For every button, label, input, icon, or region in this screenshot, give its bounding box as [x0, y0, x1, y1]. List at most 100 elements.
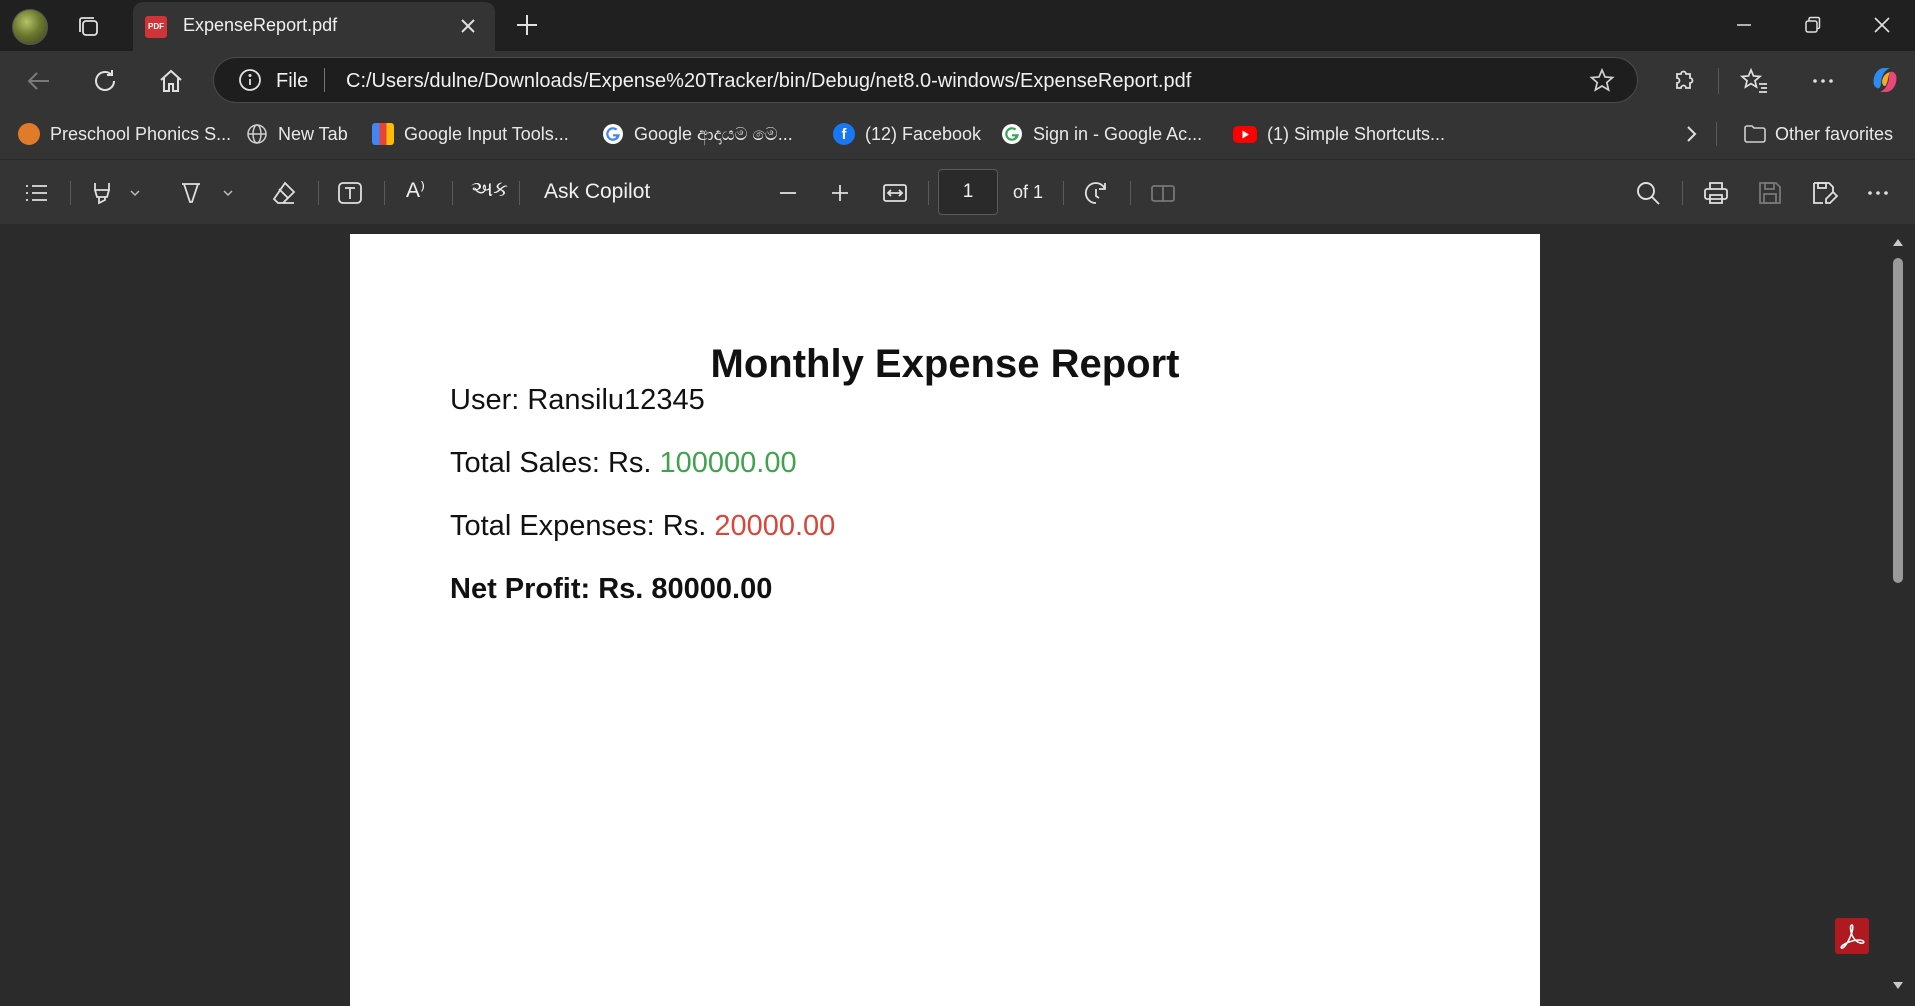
minimize-icon[interactable] — [1729, 10, 1759, 40]
search-icon[interactable] — [1634, 179, 1662, 207]
profile-avatar[interactable] — [12, 9, 48, 45]
total-sales-line: Total Sales: Rs. 100000.00 — [450, 447, 797, 480]
total-expenses-line: Total Expenses: Rs. 20000.00 — [450, 510, 835, 543]
highlight-icon[interactable] — [88, 179, 116, 207]
favorite-label: Google ආදායම මෙ... — [634, 123, 793, 144]
table-of-contents-icon[interactable] — [22, 179, 50, 207]
url-text[interactable]: C:/Users/dulne/Downloads/Expense%20Track… — [346, 70, 1191, 93]
zoom-out-icon[interactable] — [774, 179, 802, 207]
toolbar-divider — [384, 181, 385, 205]
toolbar-divider — [519, 181, 520, 205]
copilot-icon[interactable] — [1868, 63, 1902, 97]
other-favorites-folder[interactable]: Other favorites — [1743, 121, 1893, 147]
extensions-icon[interactable] — [1668, 66, 1698, 96]
favorite-label: (1) Simple Shortcuts... — [1267, 123, 1446, 144]
close-tab-icon[interactable] — [456, 14, 480, 38]
highlight-dropdown-chevron-icon[interactable] — [128, 179, 142, 207]
total-expenses-value: 20000.00 — [714, 510, 836, 542]
scroll-up-arrow-icon[interactable] — [1890, 236, 1906, 248]
zoom-in-icon[interactable] — [826, 179, 854, 207]
home-icon[interactable] — [156, 66, 186, 96]
workspaces-icon[interactable] — [74, 12, 104, 42]
pdf-viewer[interactable]: Monthly Expense Report User: Ransilu1234… — [0, 224, 1915, 1006]
eraser-icon[interactable] — [270, 179, 298, 207]
read-aloud-icon[interactable]: A⁾ — [406, 178, 425, 203]
net-profit-line: Net Profit: Rs. 80000.00 — [450, 573, 773, 605]
youtube-icon — [1233, 125, 1257, 143]
favorite-label: Preschool Phonics S... — [50, 123, 232, 144]
new-tab-icon[interactable] — [512, 10, 542, 40]
favorite-label: New Tab — [278, 123, 348, 144]
favorite-label: (12) Facebook — [865, 123, 982, 144]
favorite-label: Sign in - Google Ac... — [1033, 123, 1203, 144]
fit-to-width-icon[interactable] — [881, 179, 909, 207]
favorites-icon[interactable] — [1740, 66, 1770, 96]
favorites-bar: Preschool Phonics S... New Tab Google In… — [0, 109, 1915, 159]
draw-dropdown-chevron-icon[interactable] — [221, 179, 235, 207]
tab-strip: PDF ExpenseReport.pdf — [0, 0, 1915, 51]
acrobat-icon[interactable] — [1835, 918, 1869, 954]
site-info-icon[interactable] — [238, 68, 262, 92]
favorites-divider — [1716, 122, 1717, 146]
total-expenses-label: Total Expenses: Rs. — [450, 510, 715, 542]
tab-title: ExpenseReport.pdf — [183, 15, 338, 35]
pdf-page[interactable]: Monthly Expense Report User: Ransilu1234… — [350, 234, 1540, 1006]
google-icon — [602, 123, 624, 145]
google-icon — [1001, 123, 1023, 145]
user-line: User: Ransilu12345 — [450, 384, 705, 416]
toolbar-divider — [452, 181, 453, 205]
folder-icon — [1743, 123, 1766, 145]
ask-copilot-button[interactable]: Ask Copilot — [544, 180, 650, 204]
toolbar-divider — [1718, 68, 1719, 94]
print-icon[interactable] — [1702, 179, 1730, 207]
favorite-item-simple-shortcuts[interactable]: (1) Simple Shortcuts... — [1233, 121, 1445, 147]
navigation-bar: File C:/Users/dulne/Downloads/Expense%20… — [0, 51, 1915, 109]
toolbar-divider — [70, 181, 71, 205]
restore-icon[interactable] — [1798, 10, 1828, 40]
favorite-item-google-input-tools[interactable]: Google Input Tools... — [372, 121, 569, 147]
favorites-overflow-chevron-icon[interactable] — [1680, 121, 1702, 147]
scroll-down-arrow-icon[interactable] — [1890, 980, 1906, 992]
page-view-icon[interactable] — [1149, 179, 1177, 207]
pdf-toolbar: A⁾ અક Ask Copilot 1 of 1 — [0, 159, 1915, 224]
save-icon[interactable] — [1756, 179, 1784, 207]
translate-icon[interactable]: અક — [471, 178, 508, 202]
pdf-file-icon: PDF — [145, 16, 167, 38]
total-sales-value: 100000.00 — [659, 447, 797, 479]
toolbar-divider — [1682, 181, 1683, 205]
toolbar-divider — [1130, 181, 1131, 205]
favorite-item-google-sinhala[interactable]: Google ආදායම මෙ... — [602, 121, 793, 147]
toolbar-divider — [1063, 181, 1064, 205]
other-favorites-label: Other favorites — [1775, 123, 1894, 144]
more-options-icon[interactable] — [1808, 66, 1838, 96]
pdf-more-options-icon[interactable] — [1864, 179, 1892, 207]
save-as-icon[interactable] — [1810, 179, 1838, 207]
vertical-scrollbar-thumb[interactable] — [1893, 258, 1903, 583]
scheme-label: File — [276, 70, 309, 92]
phonics-icon — [18, 123, 40, 145]
page-number-input[interactable]: 1 — [938, 169, 998, 215]
refresh-icon[interactable] — [90, 66, 120, 96]
favorite-label: Google Input Tools... — [404, 123, 569, 144]
draw-icon[interactable] — [177, 179, 205, 207]
favorite-item-preschool-phonics[interactable]: Preschool Phonics S... — [18, 121, 231, 147]
add-text-icon[interactable] — [336, 179, 364, 207]
input-tools-icon — [372, 123, 394, 145]
rotate-icon[interactable] — [1082, 179, 1110, 207]
favorite-item-new-tab[interactable]: New Tab — [246, 121, 348, 147]
back-icon[interactable] — [24, 66, 54, 96]
address-divider — [324, 68, 325, 92]
toolbar-divider — [928, 181, 929, 205]
globe-icon — [246, 123, 268, 145]
total-sales-label: Total Sales: Rs. — [450, 447, 660, 479]
close-window-icon[interactable] — [1867, 10, 1897, 40]
favorite-star-icon[interactable] — [1589, 67, 1615, 93]
toolbar-divider — [318, 181, 319, 205]
page-total-label: of 1 — [1013, 182, 1044, 202]
active-tab[interactable]: PDF ExpenseReport.pdf — [133, 2, 495, 51]
report-title: Monthly Expense Report — [710, 342, 1180, 386]
facebook-icon: f — [833, 123, 855, 145]
favorite-item-facebook[interactable]: f (12) Facebook — [833, 121, 981, 147]
address-bar[interactable]: File C:/Users/dulne/Downloads/Expense%20… — [213, 57, 1638, 103]
favorite-item-google-sign-in[interactable]: Sign in - Google Ac... — [1001, 121, 1202, 147]
